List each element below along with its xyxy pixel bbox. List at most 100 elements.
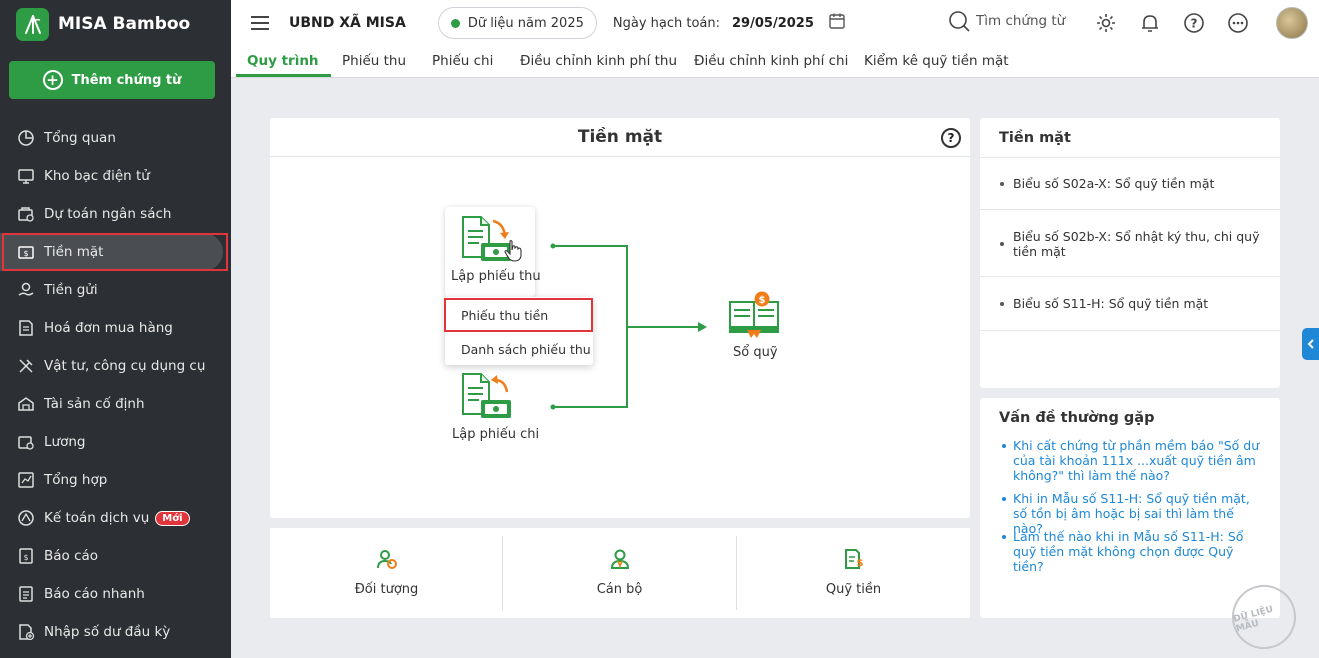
sidebar-item-opening-balance[interactable]: Nhập số dư đầu kỳ xyxy=(0,613,231,651)
deposit-icon xyxy=(16,280,36,300)
sidebar-item-purchase-invoice[interactable]: Hoá đơn mua hàng xyxy=(0,309,231,347)
active-tab-indicator xyxy=(236,74,331,77)
tab-payments[interactable]: Phiếu chi xyxy=(432,53,493,69)
sidebar-item-label: Vật tư, công cụ dụng cụ xyxy=(44,358,206,374)
tab-receipts[interactable]: Phiếu thu xyxy=(342,53,406,69)
brand[interactable]: MISA Bamboo xyxy=(0,0,231,48)
sidebar-item-deposit[interactable]: Tiền gửi xyxy=(0,271,231,309)
sidebar-item-label: Tổng quan xyxy=(44,130,116,146)
faq-link[interactable]: Làm thế nào khi in Mẫu số S11-H: Sổ quỹ … xyxy=(1013,529,1263,574)
bullet-icon xyxy=(1000,242,1004,246)
tools-icon xyxy=(16,356,36,376)
sidebar-item-fixed-assets[interactable]: Tài sản cố định xyxy=(0,385,231,423)
tab-process[interactable]: Quy trình xyxy=(247,53,319,69)
sidebar-item-label: Dự toán ngân sách xyxy=(44,206,172,222)
data-year-selector[interactable]: Dữ liệu năm 2025 xyxy=(437,7,597,39)
report-icon: $ xyxy=(16,546,36,566)
quick-link-staff[interactable]: Cán bộ xyxy=(503,528,736,618)
menu-item-cash-receipt[interactable]: Phiếu thu tiền xyxy=(445,298,593,332)
cash-book-icon: $ xyxy=(729,291,779,338)
add-voucher-label: Thêm chứng từ xyxy=(71,72,182,88)
collapse-panel-tab[interactable] xyxy=(1302,328,1319,360)
quick-link-label: Quỹ tiền xyxy=(825,582,882,597)
sidebar-item-supplies[interactable]: Vật tư, công cụ dụng cụ xyxy=(0,347,231,385)
cash-ledger-card[interactable]: $ Sổ quỹ xyxy=(715,288,790,368)
menu-item-receipt-list[interactable]: Danh sách phiếu thu xyxy=(445,332,593,366)
sidebar-item-label: Lương xyxy=(44,434,86,450)
reports-title: Tiền mặt xyxy=(999,130,1071,146)
sidebar-item-quick-reports[interactable]: Báo cáo nhanh xyxy=(0,575,231,613)
fund-document-icon: $ xyxy=(844,549,863,569)
payment-document-icon xyxy=(462,373,511,418)
bell-icon[interactable] xyxy=(1139,12,1161,38)
sidebar-item-salary[interactable]: Lương xyxy=(0,423,231,461)
search-vouchers[interactable]: Tìm chứng từ xyxy=(948,10,1065,32)
opening-balance-icon xyxy=(16,622,36,642)
monitor-icon xyxy=(16,166,36,186)
add-voucher-button[interactable]: + Thêm chứng từ xyxy=(9,61,215,99)
bullet-icon xyxy=(1000,302,1004,306)
bullet-icon xyxy=(1000,182,1004,186)
sidebar-item-label: Báo cáo nhanh xyxy=(44,586,145,602)
sidebar-item-summary[interactable]: Tổng hợp xyxy=(0,461,231,499)
tab-revenue-adjustment[interactable]: Điều chỉnh kinh phí thu xyxy=(520,53,677,69)
sidebar-item-label: Kho bạc điện tử xyxy=(44,168,150,184)
quick-links-bar: Đối tượng Cán bộ $ Quỹ tiền xyxy=(270,528,970,618)
create-payment-card[interactable]: Lập phiếu chi xyxy=(445,370,539,450)
quick-report-icon xyxy=(16,584,36,604)
hand-cursor-icon xyxy=(504,240,522,262)
chevron-left-icon xyxy=(1307,339,1314,349)
top-header: UBND XÃ MISA Dữ liệu năm 2025 Ngày hạch … xyxy=(231,0,1319,46)
faq-link[interactable]: Khi cất chứng từ phần mềm báo "Số dư của… xyxy=(1013,438,1263,483)
quick-link-label: Cán bộ xyxy=(596,582,643,597)
data-year-label: Dữ liệu năm 2025 xyxy=(467,15,584,31)
new-badge: Mới xyxy=(155,510,190,526)
avatar[interactable] xyxy=(1276,7,1308,39)
budget-icon xyxy=(16,204,36,224)
organization-name[interactable]: UBND XÃ MISA xyxy=(289,15,406,31)
sidebar-item-e-treasury[interactable]: Kho bạc điện tử xyxy=(0,157,231,195)
svg-text:$: $ xyxy=(23,249,28,258)
help-icon[interactable]: ? xyxy=(1183,12,1205,38)
quick-link-cash-funds[interactable]: $ Quỹ tiền xyxy=(737,528,970,618)
sidebar: MISA Bamboo + Thêm chứng từ Tổng quan Kh… xyxy=(0,0,231,658)
sidebar-nav: Tổng quan Kho bạc điện tử Dự toán ngân s… xyxy=(0,119,231,651)
user-icon xyxy=(610,549,629,569)
report-item[interactable]: Biểu số S02a-X: Sổ quỹ tiền mặt xyxy=(980,158,1280,210)
sidebar-item-budget[interactable]: Dự toán ngân sách xyxy=(0,195,231,233)
report-link: Biểu số S11-H: Sổ quỹ tiền mặt xyxy=(1013,296,1209,311)
summary-icon xyxy=(16,470,36,490)
sidebar-item-service-accounting[interactable]: Kế toán dịch vụ Mới xyxy=(0,499,231,537)
sidebar-item-reports[interactable]: $ Báo cáo xyxy=(0,537,231,575)
create-payment-label: Lập phiếu chi xyxy=(452,427,540,442)
help-icon[interactable]: ? xyxy=(941,128,961,148)
tab-expense-adjustment[interactable]: Điều chỉnh kinh phí chi xyxy=(694,53,848,69)
more-icon[interactable] xyxy=(1227,12,1249,38)
pie-chart-icon xyxy=(16,128,36,148)
report-item[interactable]: Biểu số S11-H: Sổ quỹ tiền mặt xyxy=(980,278,1280,331)
svg-text:$: $ xyxy=(23,553,28,562)
invoice-icon xyxy=(16,318,36,338)
quick-link-objects[interactable]: Đối tượng xyxy=(270,528,503,618)
report-item[interactable]: Biểu số S02b-X: Sổ nhật ký thu, chi quỹ … xyxy=(980,211,1280,277)
svg-text:$: $ xyxy=(759,295,766,306)
sidebar-item-label: Tiền mặt xyxy=(44,244,104,260)
receipt-dropdown-menu: Phiếu thu tiền Danh sách phiếu thu xyxy=(445,297,593,365)
search-icon xyxy=(949,11,970,32)
calendar-icon[interactable] xyxy=(828,12,846,34)
building-icon xyxy=(16,394,36,414)
tab-bar: Quy trình Phiếu thu Phiếu chi Điều chỉnh… xyxy=(231,46,1319,78)
report-link: Biểu số S02a-X: Sổ quỹ tiền mặt xyxy=(1013,176,1215,191)
sidebar-item-overview[interactable]: Tổng quan xyxy=(0,119,231,157)
menu-icon[interactable] xyxy=(251,16,269,30)
tab-cash-inventory[interactable]: Kiểm kê quỹ tiền mặt xyxy=(864,53,1009,69)
sidebar-item-cash[interactable]: $ Tiền mặt xyxy=(0,233,223,271)
search-label: Tìm chứng từ xyxy=(976,13,1066,29)
create-receipt-card[interactable]: Lập phiếu thu xyxy=(445,207,541,297)
posting-date-value[interactable]: 29/05/2025 xyxy=(732,16,814,31)
plus-circle-icon: + xyxy=(42,70,63,90)
gear-icon[interactable] xyxy=(1095,12,1117,38)
page-title: Tiền mặt xyxy=(270,118,970,157)
sidebar-item-label: Kế toán dịch vụ xyxy=(44,510,150,526)
bullet-icon xyxy=(1002,497,1006,501)
